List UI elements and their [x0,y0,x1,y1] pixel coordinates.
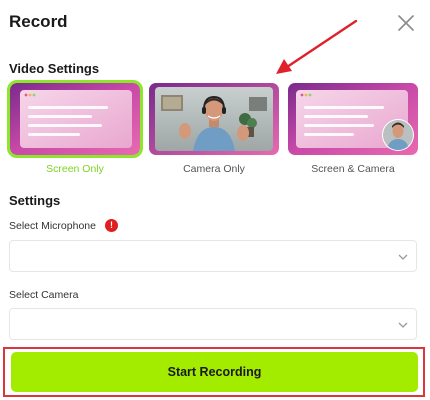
screen-and-camera-option[interactable] [288,83,418,155]
start-recording-button[interactable]: Start Recording [11,352,418,392]
microphone-label: Select Microphone [9,220,96,232]
record-dialog: Record Video Settings Screen Only Camera… [0,0,430,400]
screen-only-thumbnail [10,83,140,155]
screen-and-camera-label: Screen & Camera [311,163,395,175]
camera-only-thumbnail [149,83,279,155]
dialog-title: Record [9,12,68,31]
camera-select[interactable] [9,308,417,340]
camera-only-label: Camera Only [183,163,245,175]
chevron-down-icon [398,254,408,260]
settings-heading: Settings [9,193,61,208]
annotation-arrow-icon [276,19,358,74]
screen-only-label: Screen Only [46,163,104,175]
chevron-down-icon [398,322,408,328]
close-icon[interactable] [396,13,416,33]
video-settings-heading: Video Settings [9,61,100,76]
camera-label: Select Camera [9,289,79,301]
camera-only-option[interactable] [149,83,279,155]
screen-only-option[interactable] [7,80,143,158]
microphone-select[interactable] [9,240,417,272]
screen-and-camera-thumbnail [288,83,418,155]
error-icon: ! [105,219,118,232]
